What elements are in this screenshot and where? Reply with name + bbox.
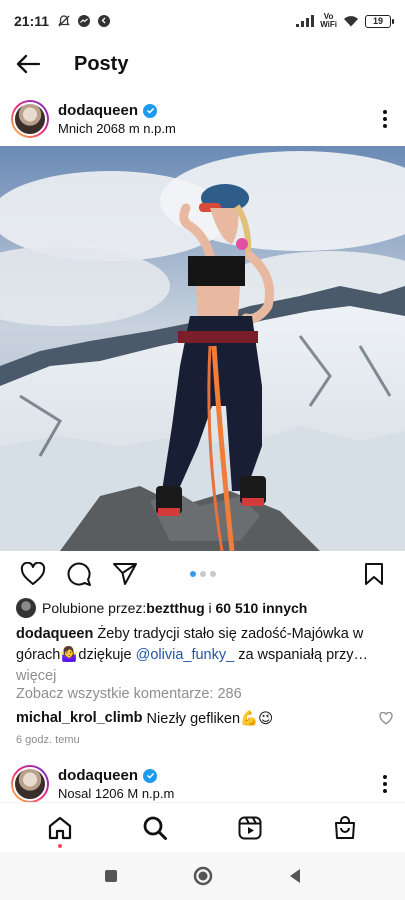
caption-mention[interactable]: @olivia_funky_ — [136, 647, 235, 663]
more-options-button[interactable] — [365, 764, 405, 804]
more-vertical-icon — [383, 110, 387, 128]
shazam-icon — [98, 15, 111, 27]
search-icon — [143, 816, 167, 840]
heart-icon — [20, 562, 46, 585]
muted-notification-icon — [58, 15, 70, 27]
post-photo[interactable] — [0, 146, 405, 551]
recents-button[interactable] — [96, 861, 126, 891]
post-location[interactable]: Nosal 1206 M n.p.m — [58, 786, 174, 801]
avatar[interactable] — [11, 100, 49, 138]
triangle-back-icon — [289, 869, 300, 883]
vowifi-label: Vo WiFi — [320, 12, 337, 29]
comment-like-button[interactable] — [376, 708, 396, 728]
circle-icon — [193, 866, 212, 886]
save-button[interactable] — [357, 557, 391, 591]
carousel-dot — [210, 571, 216, 577]
comment-button[interactable] — [62, 557, 96, 591]
carousel-dot — [200, 571, 206, 577]
liked-by-username[interactable]: beztthug — [146, 600, 204, 616]
post-username[interactable]: dodaqueen — [58, 767, 138, 784]
mountain-photo — [0, 146, 405, 551]
post-timestamp: 6 godz. temu — [16, 734, 80, 746]
nav-reels[interactable] — [228, 806, 272, 850]
status-bar: 21:11 Vo WiFi 19 — [0, 0, 405, 42]
bottom-navigation — [0, 802, 405, 852]
home-icon — [48, 816, 71, 839]
post-location[interactable]: Mnich 2068 m n.p.m — [58, 121, 176, 136]
like-button[interactable] — [16, 557, 50, 591]
likes-summary[interactable]: Polubione przez: beztthug i 60 510 innyc… — [16, 598, 307, 618]
share-button[interactable] — [108, 557, 142, 591]
more-vertical-icon — [383, 775, 387, 793]
caption-username[interactable]: dodaqueen — [16, 626, 93, 642]
shop-icon — [335, 815, 356, 839]
more-options-button[interactable] — [365, 99, 405, 139]
nav-home[interactable] — [38, 806, 82, 850]
square-icon — [104, 870, 117, 882]
battery-icon: 19 — [365, 14, 394, 28]
heart-icon — [379, 711, 393, 725]
back-button[interactable] — [0, 42, 56, 86]
bookmark-icon — [365, 563, 383, 585]
send-icon — [113, 563, 137, 585]
reels-icon — [238, 816, 262, 839]
carousel-indicator — [190, 571, 216, 577]
caption-more-link[interactable]: więcej — [16, 668, 56, 684]
nav-search[interactable] — [133, 806, 177, 850]
arrow-left-icon — [16, 54, 41, 74]
comment-row: michal_krol_climb Niezły gefliken💪😉 — [16, 708, 396, 728]
home-system-button[interactable] — [188, 861, 218, 891]
verified-badge-icon — [143, 103, 158, 118]
notification-dot — [57, 843, 62, 848]
post-caption: dodaqueen Żeby tradycji stało się zadość… — [16, 624, 391, 687]
status-time: 21:11 — [14, 13, 50, 29]
wifi-icon — [344, 16, 358, 27]
comment-text: Niezły gefliken💪😉 — [142, 710, 274, 727]
messenger-icon — [78, 15, 91, 27]
post-username[interactable]: dodaqueen — [58, 102, 138, 119]
carousel-dot — [190, 571, 196, 577]
page-title: Posty — [74, 52, 129, 75]
avatar[interactable] — [11, 765, 49, 803]
post-header: dodaqueen Mnich 2068 m n.p.m — [0, 94, 405, 144]
caption-tail: za wspaniałą przy… — [234, 647, 368, 663]
likes-count[interactable]: 60 510 innych — [216, 600, 308, 616]
comment-icon — [67, 562, 91, 586]
system-navigation — [0, 852, 405, 900]
app-header: Posty — [0, 42, 405, 86]
liker-avatar — [16, 598, 36, 618]
verified-badge-icon — [143, 768, 158, 783]
comment-username[interactable]: michal_krol_climb — [16, 710, 143, 726]
signal-icon — [296, 15, 315, 27]
back-system-button[interactable] — [280, 861, 310, 891]
view-all-comments-link[interactable]: Zobacz wszystkie komentarze: 286 — [16, 686, 242, 702]
nav-shop[interactable] — [323, 806, 367, 850]
